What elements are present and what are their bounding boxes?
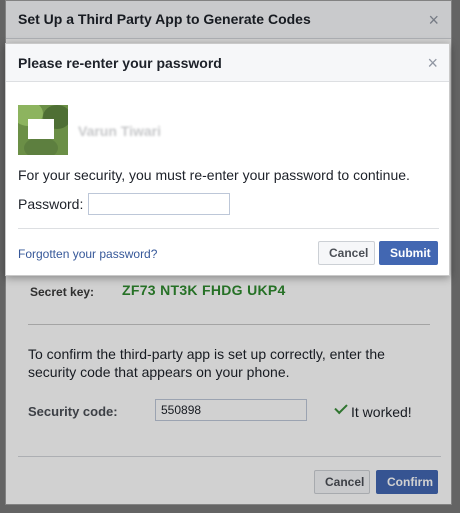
secret-key-value: ZF73 NT3K FHDG UKP4 xyxy=(122,282,286,298)
submit-button[interactable]: Submit xyxy=(379,241,438,265)
section-divider xyxy=(28,324,430,325)
security-code-label: Security code: xyxy=(28,404,118,419)
close-icon[interactable]: × xyxy=(427,53,438,74)
security-instructions: To confirm the third-party app is set up… xyxy=(28,346,385,380)
password-dialog-divider xyxy=(18,228,439,229)
page-root: Set Up a Third Party App to Generate Cod… xyxy=(0,0,460,513)
security-message: For your security, you must re-enter you… xyxy=(18,167,410,183)
forgot-password-link[interactable]: Forgotten your password? xyxy=(18,247,157,261)
check-icon xyxy=(334,400,348,415)
user-name: Varun Tiwari xyxy=(78,123,161,139)
background-dialog-title: Set Up a Third Party App to Generate Cod… xyxy=(18,11,311,27)
background-dialog-header: Set Up a Third Party App to Generate Cod… xyxy=(6,1,451,39)
secret-key-label: Secret key: xyxy=(30,285,95,299)
password-dialog-title: Please re-enter your password xyxy=(18,55,222,71)
status-text: It worked! xyxy=(351,404,412,420)
background-cancel-button[interactable]: Cancel xyxy=(314,470,370,494)
avatar-blur-block xyxy=(28,119,54,139)
password-reentry-dialog: Please re-enter your password × Varun Ti… xyxy=(5,43,450,276)
footer-divider xyxy=(18,456,441,457)
avatar-leaf-shape xyxy=(24,137,58,155)
close-icon[interactable]: × xyxy=(428,10,439,31)
confirm-button[interactable]: Confirm xyxy=(376,470,438,494)
password-dialog-header: Please re-enter your password × xyxy=(6,44,449,82)
password-label: Password: xyxy=(18,196,84,212)
password-input[interactable] xyxy=(88,193,230,215)
avatar xyxy=(18,105,68,155)
security-code-input[interactable] xyxy=(155,399,307,421)
cancel-button[interactable]: Cancel xyxy=(318,241,375,265)
